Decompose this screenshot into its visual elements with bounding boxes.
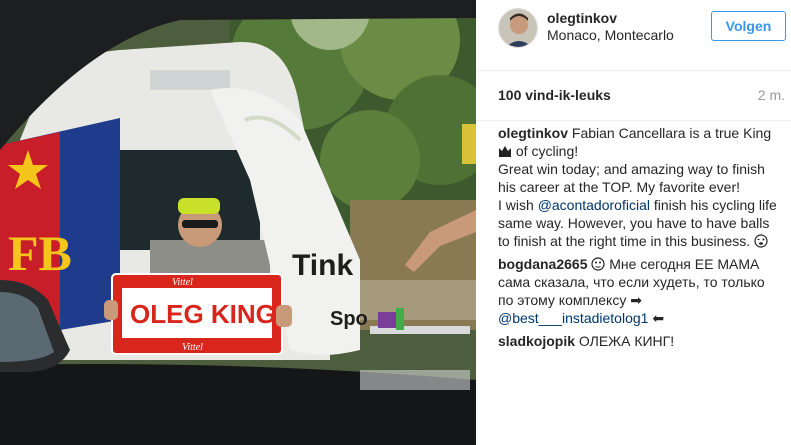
flag-text: Tink [292, 249, 353, 282]
comment-item: sladkojopik ОЛЕЖА КИНГ! [498, 332, 783, 350]
comment-text-after: ⬅ [652, 310, 665, 326]
post-location[interactable]: Monaco, Montecarlo [547, 27, 674, 43]
comment-item: bogdana2665 Мне сегодня ЕЕ МАМА сама ска… [498, 255, 783, 327]
caption-text-2: of cycling! [515, 143, 579, 159]
wink-emoji-icon [754, 234, 768, 248]
likes-row: 100 vind-ik-leuks 2 m. [476, 71, 791, 121]
sign-text: OLEG KING [130, 299, 276, 329]
caption-text-4: I wish [498, 197, 534, 213]
sign-brand-top: Vittel [172, 277, 193, 288]
svg-text:FB: FB [8, 225, 72, 281]
comment-author[interactable]: sladkojopik [498, 333, 575, 349]
flag-text-sub: Spo [330, 308, 368, 330]
comment-author[interactable]: bogdana2665 [498, 256, 587, 272]
comment-text: ОЛЕЖА КИНГ! [578, 333, 675, 349]
follow-button[interactable]: Volgen [711, 11, 786, 41]
caption: olegtinkov Fabian Cancellara is a true K… [498, 124, 783, 250]
post-username[interactable]: olegtinkov [547, 10, 617, 26]
post-side-panel: olegtinkov Monaco, Montecarlo Volgen 100… [476, 0, 791, 445]
post-header: olegtinkov Monaco, Montecarlo Volgen [476, 0, 791, 71]
caption-author[interactable]: olegtinkov [498, 125, 568, 141]
avatar[interactable] [498, 8, 538, 48]
caption-text-3: Great win today; and amazing way to fini… [498, 161, 765, 195]
post-time[interactable]: 2 m. [758, 87, 785, 103]
comment-list: olegtinkov Fabian Cancellara is a true K… [498, 124, 783, 355]
caption-mention[interactable]: @acontadoroficial [538, 197, 650, 213]
photo-scene: FB Tink Spo Vittel OLEG KING Vittel [0, 0, 476, 445]
likes-count[interactable]: 100 vind-ik-leuks [498, 87, 611, 103]
post-photo[interactable]: FB Tink Spo Vittel OLEG KING Vittel [0, 0, 476, 445]
sign-brand-bottom: Vittel [182, 342, 203, 353]
caption-text-1: Fabian Cancellara is a true King [571, 125, 772, 141]
crown-icon [498, 144, 512, 158]
comment-mention[interactable]: @best___instadietolog1 [498, 310, 648, 326]
neutral-emoji-icon [591, 257, 605, 271]
